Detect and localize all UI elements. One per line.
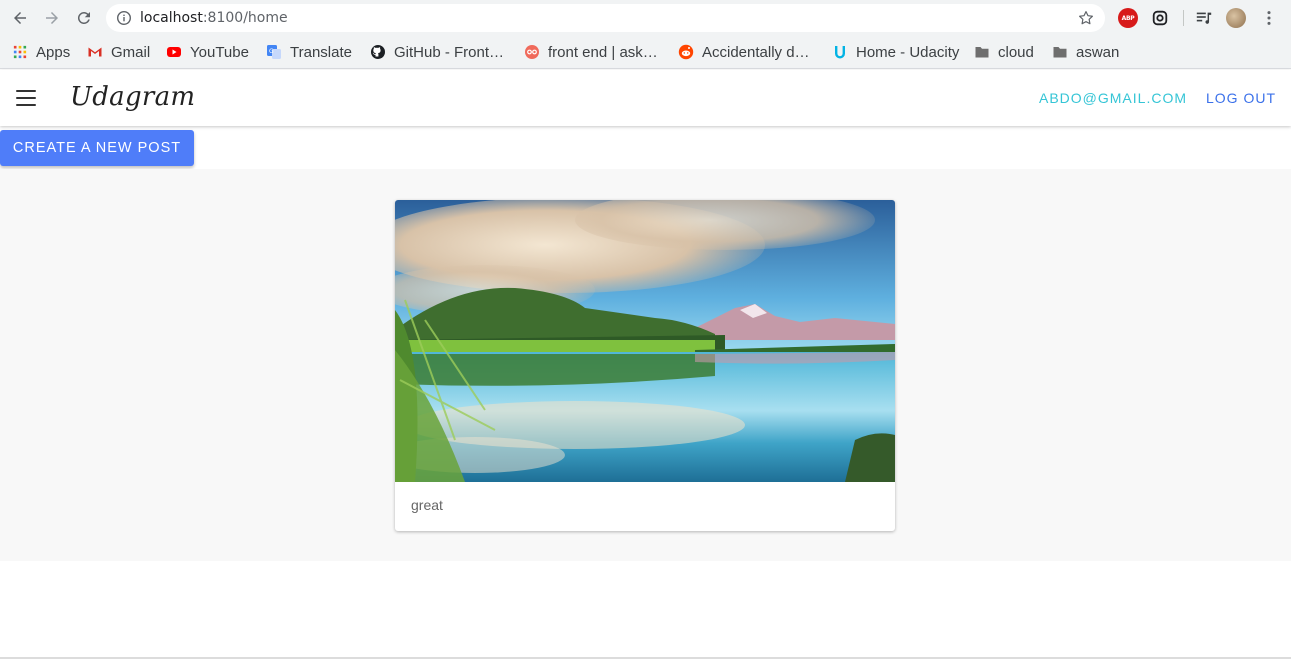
address-bar[interactable]: localhost:8100/home [106,4,1105,32]
bookmark-label: Home - Udacity [856,43,960,61]
folder-icon [1052,44,1068,60]
bookmark-star-icon[interactable] [1077,9,1095,27]
bookmark-label: Translate [290,43,352,61]
media-playlist-icon[interactable] [1194,8,1214,28]
profile-avatar[interactable] [1226,8,1246,28]
svg-text:G: G [269,48,274,55]
toolbar-divider [1183,10,1184,26]
youtube-icon [166,44,182,60]
logout-button[interactable]: LOG OUT [1206,90,1276,106]
bookmark-folder-cloud[interactable]: cloud [974,42,1034,62]
bookmark-label: front end | ask… [548,43,658,61]
bookmark-translate[interactable]: G Translate [266,42,352,62]
github-icon [370,44,386,60]
abp-label: ABP [1121,14,1135,22]
app-header: Udagram ABDO@GMAIL.COM LOG OUT [0,70,1291,126]
user-email-link[interactable]: ABDO@GMAIL.COM [1039,90,1187,106]
create-post-button[interactable]: CREATE A NEW POST [0,130,194,166]
bookmarks-bar: Apps Gmail YouTube G Translate GitHub - … [0,36,1291,69]
bookmark-gmail[interactable]: Gmail [87,42,150,62]
bookmark-label: GitHub - Front… [394,43,505,61]
reddit-icon [678,44,694,60]
ask-icon [524,44,540,60]
browser-toolbar: localhost:8100/home ABP [0,0,1291,36]
bookmark-reddit[interactable]: Accidentally d… [678,42,810,62]
brand-title: Udagram [70,82,196,112]
hamburger-menu-icon[interactable] [14,87,38,109]
bookmark-udacity[interactable]: Home - Udacity [832,42,959,62]
folder-icon [974,44,990,60]
forward-icon[interactable] [40,6,64,30]
bookmark-label: aswan [1076,43,1120,61]
back-icon[interactable] [8,6,32,30]
bookmark-apps[interactable]: Apps [12,42,70,62]
post-caption: great [411,497,443,513]
bookmark-label: YouTube [190,43,249,61]
translate-icon: G [266,44,282,60]
bookmark-label: Accidentally d… [702,43,810,61]
url-text: localhost:8100/home [140,10,288,26]
site-info-icon[interactable] [116,10,132,26]
bookmark-label: Gmail [111,43,151,61]
bookmark-label: Apps [36,43,71,61]
adblock-plus-icon[interactable]: ABP [1118,8,1138,28]
url-path: :8100/home [202,10,288,26]
kebab-menu-icon[interactable] [1259,8,1279,28]
bookmark-ask[interactable]: front end | ask… [524,42,658,62]
post-image [395,200,895,482]
url-host: localhost [140,10,203,26]
post-card: great [395,200,895,531]
udacity-icon [832,44,848,60]
feed-container: great [0,169,1291,561]
bookmark-label: cloud [998,43,1034,61]
bookmark-github[interactable]: GitHub - Front… [370,42,504,62]
apps-grid-icon [12,44,28,60]
reload-icon[interactable] [72,6,96,30]
bookmark-folder-aswan[interactable]: aswan [1052,42,1119,62]
screen-capture-icon[interactable] [1150,8,1170,28]
gmail-icon [87,44,103,60]
bookmark-youtube[interactable]: YouTube [166,42,249,62]
